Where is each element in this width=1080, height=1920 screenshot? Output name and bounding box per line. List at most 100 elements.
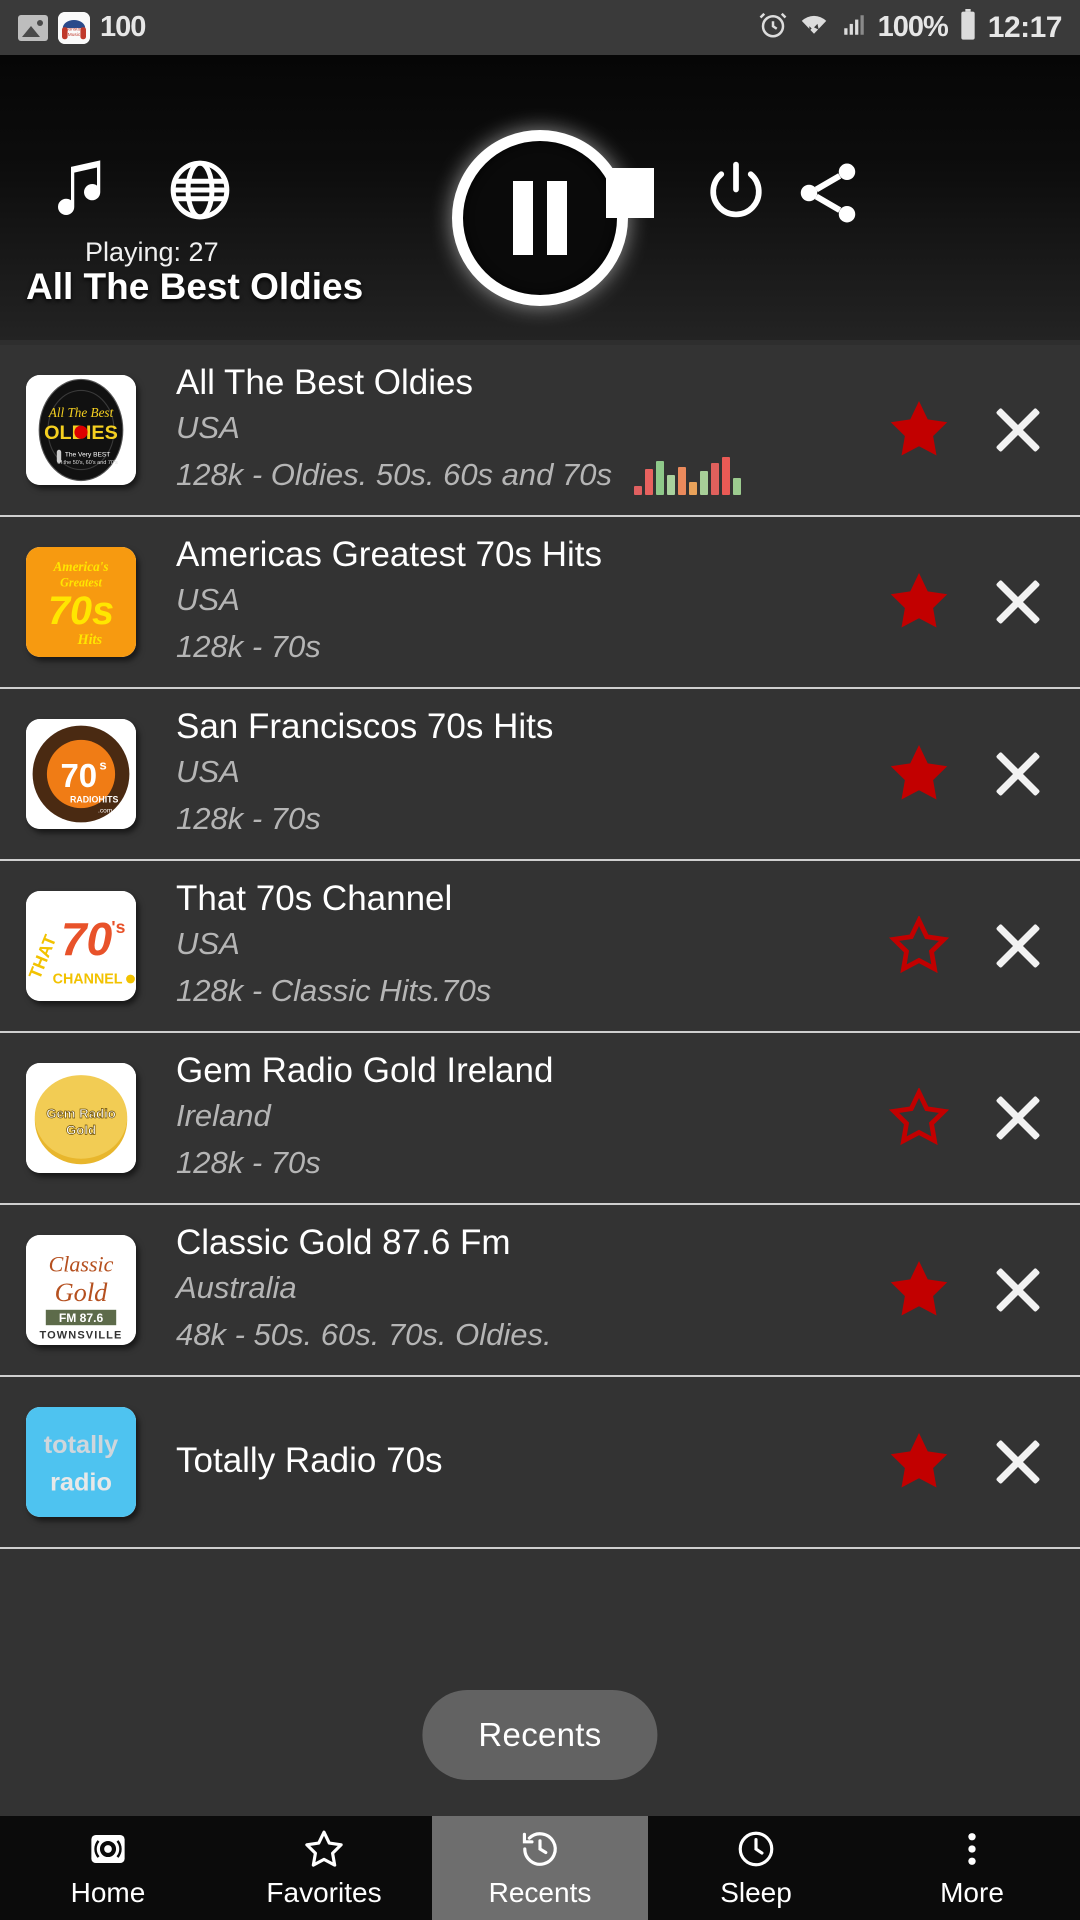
remove-icon[interactable] <box>990 1090 1046 1146</box>
stop-icon[interactable] <box>600 163 660 223</box>
image-icon <box>18 14 48 41</box>
svg-text:radio: radio <box>50 1469 112 1497</box>
svg-text:FM 87.6: FM 87.6 <box>59 1311 104 1325</box>
nav-label-home: Home <box>70 1876 146 1908</box>
page-title: All The Best Oldies <box>26 266 364 307</box>
svg-text:'s: 's <box>111 917 125 937</box>
station-country: USA <box>176 753 240 789</box>
svg-text:70s: 70s <box>48 589 114 633</box>
globe-icon[interactable] <box>165 155 235 225</box>
table-row[interactable]: Gem Radio Gold Gem Radio Gold Ireland Ir… <box>0 1033 1080 1205</box>
nav-item-home[interactable]: Home <box>0 1816 216 1920</box>
classic-gold-876-fm-logo: Classic Gold FM 87.6 TOWNSVILLE <box>26 1235 136 1345</box>
table-row[interactable]: 70 s RADIOHITS .com San Franciscos 70s H… <box>0 689 1080 861</box>
remove-icon[interactable] <box>990 402 1046 458</box>
signal-icon <box>840 12 868 43</box>
station-title: Americas Greatest 70s Hits <box>176 534 602 574</box>
station-description: 128k - Oldies. 50s. 60s and 70s <box>176 457 612 493</box>
wifi-icon <box>798 11 830 44</box>
nav-item-sleep[interactable]: Sleep <box>648 1816 864 1920</box>
favorite-star-filled[interactable] <box>888 400 950 460</box>
favorite-star-filled[interactable] <box>888 572 950 632</box>
station-country: USA <box>176 925 240 961</box>
pause-bar-right <box>547 181 567 255</box>
remove-icon[interactable] <box>990 918 1046 974</box>
station-title: All The Best Oldies <box>176 362 473 402</box>
svg-text:Greatest: Greatest <box>60 576 102 590</box>
station-country: Australia <box>176 1269 297 1305</box>
row-actions <box>888 1086 1080 1148</box>
battery-percent: 100% <box>877 11 949 43</box>
row-text: Totally Radio 70s <box>176 1440 888 1483</box>
svg-text:Music: Music <box>68 32 81 38</box>
nav-item-more[interactable]: More <box>864 1816 1080 1920</box>
table-row[interactable]: Classic Gold FM 87.6 TOWNSVILLE Classic … <box>0 1205 1080 1377</box>
table-row[interactable]: America's Greatest 70s Hits Americas Gre… <box>0 517 1080 689</box>
power-icon[interactable] <box>700 155 772 227</box>
alarm-icon <box>758 10 788 45</box>
radio-icon <box>87 1828 129 1870</box>
san-franciscos-70s-hits-logo: 70 s RADIOHITS .com <box>26 719 136 829</box>
station-desc-wrap: 128k - Classic Hits.70s <box>176 969 888 1014</box>
svg-text:totally: totally <box>44 1431 118 1459</box>
favorite-star-filled[interactable] <box>888 1432 950 1492</box>
status-bar: Nonstop Music 100 100% 12:17 <box>0 0 1080 55</box>
toast-message: Recents <box>422 1690 658 1780</box>
history-icon <box>519 1828 561 1870</box>
station-description: 48k - 50s. 60s. 70s. Oldies. <box>176 1317 552 1353</box>
svg-text:.com: .com <box>98 808 113 815</box>
remove-icon[interactable] <box>990 1262 1046 1318</box>
nav-item-favorites[interactable]: Favorites <box>216 1816 432 1920</box>
favorite-star-filled[interactable] <box>888 1260 950 1320</box>
favorite-star-outline[interactable] <box>888 914 950 976</box>
svg-text:70: 70 <box>60 757 97 794</box>
row-actions <box>888 744 1080 804</box>
svg-text:The Very BEST: The Very BEST <box>65 451 110 458</box>
nav-label-more: More <box>940 1876 1004 1908</box>
favorite-star-filled[interactable] <box>888 744 950 804</box>
station-title: Classic Gold 87.6 Fm <box>176 1222 511 1262</box>
remove-icon[interactable] <box>990 574 1046 630</box>
row-text: That 70s Channel USA 128k - Classic Hits… <box>176 878 888 1015</box>
music-note-icon[interactable] <box>45 150 123 228</box>
app-root: Nonstop Music 100 100% 12:17 Playing: 27… <box>0 0 1080 1920</box>
equalizer-icon <box>633 455 741 496</box>
all-the-best-oldies-logo: All The Best OLDIES The Very BEST of the… <box>26 375 136 485</box>
svg-text:Hits: Hits <box>76 632 102 648</box>
station-description: 128k - Classic Hits.70s <box>176 973 492 1009</box>
station-description: 128k - 70s <box>176 801 321 837</box>
svg-text:All The Best: All The Best <box>48 405 114 420</box>
nav-label-sleep: Sleep <box>720 1876 792 1908</box>
gem-radio-gold-logo: Gem Radio Gold <box>26 1063 136 1173</box>
station-desc-wrap: 128k - Oldies. 50s. 60s and 70s <box>176 453 888 498</box>
svg-text:Nonstop: Nonstop <box>65 26 83 32</box>
svg-text:s: s <box>99 758 106 773</box>
svg-text:Gold: Gold <box>66 1123 96 1138</box>
table-row[interactable]: THAT 70 's CHANNEL That 70s Channel USA … <box>0 861 1080 1033</box>
pause-bar-left <box>513 181 533 255</box>
table-row[interactable]: totally radio Totally Radio 70s <box>0 1377 1080 1549</box>
share-icon[interactable] <box>790 155 866 231</box>
station-desc-wrap: 48k - 50s. 60s. 70s. Oldies. <box>176 1313 888 1358</box>
station-country: USA <box>176 581 240 617</box>
svg-text:America's: America's <box>53 559 109 574</box>
row-actions <box>888 914 1080 976</box>
station-list[interactable]: All The Best OLDIES The Very BEST of the… <box>0 345 1080 1816</box>
status-bar-clock: 12:17 <box>987 10 1063 44</box>
favorite-star-outline[interactable] <box>888 1086 950 1148</box>
remove-icon[interactable] <box>990 1434 1046 1490</box>
status-bar-left: Nonstop Music 100 <box>18 11 146 44</box>
svg-text:RADIOHITS: RADIOHITS <box>70 795 119 805</box>
table-row[interactable]: All The Best OLDIES The Very BEST of the… <box>0 345 1080 517</box>
row-actions <box>888 1260 1080 1320</box>
totally-radio-70s-logo: totally radio <box>26 1407 136 1517</box>
remove-icon[interactable] <box>990 746 1046 802</box>
svg-text:Gold: Gold <box>55 1277 109 1307</box>
row-text: Gem Radio Gold Ireland Ireland 128k - 70… <box>176 1050 888 1187</box>
svg-text:Classic: Classic <box>49 1251 114 1276</box>
row-actions <box>888 572 1080 632</box>
station-desc-wrap: 128k - 70s <box>176 1141 888 1186</box>
nav-item-recents[interactable]: Recents <box>432 1816 648 1920</box>
svg-text:of the 50's, 60's and 70's: of the 50's, 60's and 70's <box>57 460 118 466</box>
notification-count: 100 <box>100 11 146 43</box>
